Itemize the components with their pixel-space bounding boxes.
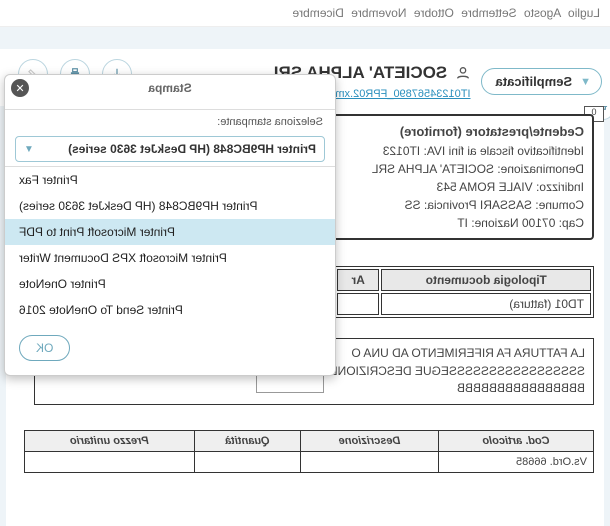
print-dialog: ✕ Stampa Seleziona stampante: Printer HP…	[4, 74, 336, 376]
tab-item[interactable]	[5, 99, 170, 109]
user-icon	[455, 65, 471, 84]
printer-option[interactable]: Printer Fax	[5, 167, 335, 193]
printer-option[interactable]: Printer Send To OneNote 2016	[5, 297, 335, 323]
table-cell	[301, 452, 439, 473]
supplier-line: Denominazione: SOCIETA' ALPHA SRL	[304, 160, 584, 178]
printer-select-label: Seleziona stampante:	[5, 110, 335, 132]
printer-option[interactable]: Printer Microsoft XPS Document Writer	[5, 245, 335, 271]
combobox-value: Printer HP9BC848 (HP DeskJet 3630 series…	[68, 142, 316, 156]
tab-item[interactable]	[170, 99, 335, 109]
table-header: Tipologia documento	[381, 269, 591, 291]
ok-button[interactable]: OK	[19, 335, 70, 361]
printer-option[interactable]: Printer HP9BC848 (HP DeskJet 3630 series…	[5, 193, 335, 219]
col-header: Prezzo unitario	[25, 431, 195, 452]
dialog-tabs	[5, 99, 335, 110]
badge-label: Semplificata	[496, 74, 573, 89]
supplier-line: Comune: SASSARI Provincia: SS	[304, 196, 584, 214]
printer-option[interactable]: Printer Microsoft Print to PDF	[5, 219, 335, 245]
table-cell: Vs.Ord. 66685	[439, 452, 594, 473]
printer-option[interactable]: Printer OneNote	[5, 271, 335, 297]
table-cell	[194, 452, 300, 473]
col-header: Cod. articolo	[439, 431, 594, 452]
month-item[interactable]: Novembre	[351, 6, 406, 20]
supplier-box: Cedente/prestatore (fornitore) Identific…	[294, 114, 594, 240]
month-item[interactable]: Settembre	[461, 6, 516, 20]
month-item[interactable]: Agosto	[524, 6, 561, 20]
month-item[interactable]: Dicembre	[292, 6, 343, 20]
table-cell	[337, 293, 379, 315]
doc-type-table: Tipologia documento Ar TD01 (fattura)	[334, 266, 594, 318]
supplier-title: Cedente/prestatore (fornitore)	[304, 122, 584, 142]
printer-combobox[interactable]: Printer HP9BC848 (HP DeskJet 3630 series…	[15, 136, 325, 162]
col-header: Descrizione	[301, 431, 439, 452]
months-nav[interactable]: Luglio Agosto Settembre Ottobre Novembre…	[0, 0, 610, 27]
table-cell: TD01 (fattura)	[381, 293, 591, 315]
line-items-table: Cod. articolo Descrizione Quantità Prezz…	[24, 430, 594, 473]
desc-line: BBBBBBBBBBBBBBBB	[43, 380, 585, 397]
dialog-title: Stampa	[5, 75, 335, 99]
col-header: Quantità	[194, 431, 300, 452]
table-cell	[25, 452, 195, 473]
table-header: Ar	[337, 269, 379, 291]
month-item[interactable]: Ottobre	[414, 6, 454, 20]
chevron-down-icon: ▼	[580, 76, 591, 88]
close-icon[interactable]: ✕	[11, 79, 29, 97]
supplier-line: Indirizzo: VIALE ROMA 543	[304, 178, 584, 196]
month-item[interactable]: Luglio	[568, 6, 600, 20]
printer-options-list: Printer Fax Printer HP9BC848 (HP DeskJet…	[5, 166, 335, 323]
supplier-line: Identificativo fiscale ai fini IVA: IT01…	[304, 142, 584, 160]
chevron-down-icon: ▼	[24, 144, 34, 155]
supplier-line: Cap: 07100 Nazione: IT	[304, 214, 584, 232]
type-badge[interactable]: ▼ Semplificata	[481, 68, 602, 95]
